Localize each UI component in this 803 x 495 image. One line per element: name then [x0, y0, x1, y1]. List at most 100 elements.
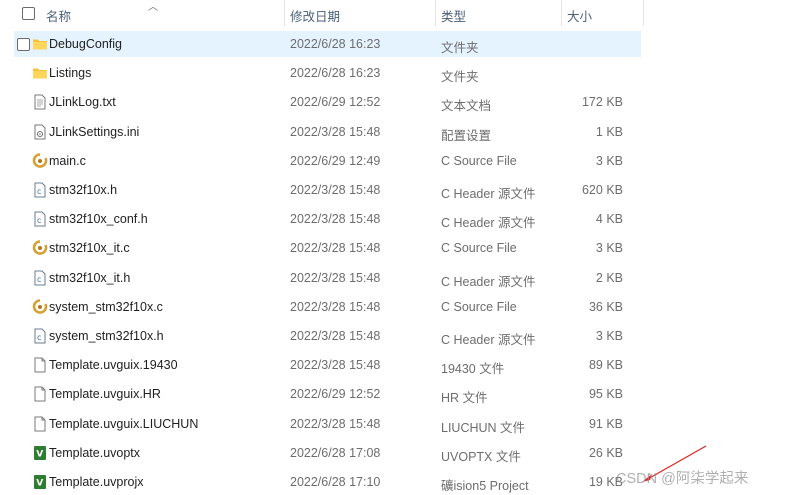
file-row[interactable]: Template.uvguix.19430 2022/3/28 15:48 1943…	[14, 352, 641, 378]
file-modified: 2022/3/28 15:48	[290, 299, 381, 314]
c-header-icon: c	[32, 211, 48, 227]
file-size: 4 KB	[595, 212, 623, 227]
file-modified: 2022/3/28 15:48	[290, 270, 381, 285]
file-size: 91 KB	[588, 416, 623, 431]
svg-text:c: c	[37, 333, 41, 342]
file-modified: 2022/3/28 15:48	[290, 358, 381, 373]
file-name: main.c	[49, 153, 86, 168]
file-type: C Header 源文件	[441, 216, 536, 231]
file-name: Template.uvguix.19430	[49, 358, 178, 373]
file-row[interactable]: V Template.uvprojx 2022/6/28 17:10 礦ision5 …	[14, 469, 641, 495]
file-row[interactable]: JLinkSettings.ini 2022/3/28 15:48 配置设置 1 KB	[14, 119, 641, 145]
column-size[interactable]: 大小	[567, 6, 592, 25]
file-name: system_stm32f10x.c	[49, 299, 163, 314]
file-modified: 2022/6/29 12:52	[290, 387, 381, 402]
file-type: UVOPTX 文件	[441, 449, 521, 464]
file-type: 文件夹	[441, 70, 479, 85]
column-type[interactable]: 类型	[441, 6, 466, 25]
file-modified: 2022/6/28 16:23	[290, 37, 381, 51]
column-header: 名称 ︿ 修改日期 类型 大小	[0, 0, 803, 26]
file-modified: 2022/6/28 17:10	[290, 475, 381, 489]
folder-icon	[32, 65, 48, 81]
file-type: C Source File	[441, 241, 517, 256]
file-modified: 2022/3/28 15:48	[290, 212, 381, 227]
file-row[interactable]: V Template.uvoptx 2022/6/28 17:08 UVOPTX 文件…	[14, 440, 641, 466]
column-divider[interactable]	[284, 0, 285, 26]
c-source-icon	[32, 240, 48, 256]
file-row[interactable]: Template.uvguix.LIUCHUN 2022/3/28 15:48 LI…	[14, 411, 641, 437]
file-size: 3 KB	[595, 241, 623, 256]
file-row[interactable]: JLinkLog.txt 2022/6/29 12:52 文本文档 172 KB	[14, 89, 641, 115]
file-name: system_stm32f10x.h	[49, 329, 164, 343]
generic-file-icon	[32, 416, 48, 432]
svg-text:V: V	[36, 479, 43, 489]
c-source-icon	[32, 152, 48, 169]
file-row[interactable]: c stm32f10x.h 2022/3/28 15:48 C Header 源文件 6…	[14, 177, 641, 203]
file-size: 1 KB	[595, 124, 623, 139]
c-header-icon: c	[32, 328, 48, 344]
file-name: stm32f10x_it.h	[49, 270, 131, 285]
file-name: Listings	[49, 66, 92, 81]
file-size: 172 KB	[581, 95, 623, 110]
column-divider[interactable]	[561, 0, 562, 26]
file-modified: 2022/3/28 15:48	[290, 183, 381, 197]
file-size: 620 KB	[581, 183, 623, 197]
file-row[interactable]: c stm32f10x_it.h 2022/3/28 15:48 C Header 源…	[14, 265, 641, 291]
file-row[interactable]: system_stm32f10x.c 2022/3/28 15:48 C Sourc…	[14, 294, 641, 320]
file-type: 文本文档	[441, 99, 492, 114]
file-name: Template.uvguix.LIUCHUN	[49, 416, 199, 431]
file-type: HR 文件	[441, 391, 488, 406]
c-source-icon	[32, 298, 48, 315]
svg-text:c: c	[37, 275, 41, 284]
file-row[interactable]: Template.uvguix.HR 2022/6/29 12:52 HR 文件 95…	[14, 381, 641, 407]
text-file-icon	[32, 94, 48, 110]
file-row[interactable]: c stm32f10x_conf.h 2022/3/28 15:48 C Header…	[14, 206, 641, 232]
file-modified: 2022/6/28 17:08	[290, 445, 381, 460]
file-modified: 2022/3/28 15:48	[290, 416, 381, 431]
file-name: stm32f10x.h	[49, 183, 118, 197]
file-modified: 2022/6/29 12:49	[290, 153, 381, 168]
file-name: Template.uvprojx	[49, 475, 144, 489]
file-modified: 2022/3/28 15:48	[290, 124, 381, 139]
file-size: 2 KB	[595, 270, 623, 285]
generic-file-icon	[32, 357, 48, 373]
file-row[interactable]: stm32f10x_it.c 2022/3/28 15:48 C Source Fi…	[14, 235, 641, 261]
select-all-checkbox[interactable]	[22, 7, 35, 20]
file-size: 89 KB	[588, 358, 623, 373]
row-checkbox[interactable]	[17, 38, 30, 51]
settings-file-icon	[32, 124, 48, 140]
file-type: 19430 文件	[441, 362, 505, 377]
file-type: 礦ision5 Project	[441, 479, 529, 493]
folder-icon	[32, 36, 48, 52]
file-type: C Header 源文件	[441, 333, 536, 347]
file-modified: 2022/3/28 15:48	[290, 329, 381, 343]
file-row[interactable]: DebugConfig 2022/6/28 16:23 文件夹	[14, 31, 641, 57]
c-header-icon: c	[32, 182, 48, 198]
uvision-file-icon: V	[32, 445, 48, 461]
csdn-watermark: CSDN @阿柒学起来	[616, 471, 749, 487]
column-divider[interactable]	[435, 0, 436, 26]
column-divider[interactable]	[643, 0, 644, 26]
c-header-icon: c	[32, 270, 48, 286]
file-name: Template.uvoptx	[49, 445, 141, 460]
file-row[interactable]: Listings 2022/6/28 16:23 文件夹	[14, 60, 641, 86]
column-modified[interactable]: 修改日期	[290, 6, 340, 25]
file-type: 配置设置	[441, 128, 492, 143]
file-type: C Source File	[441, 299, 517, 314]
svg-text:c: c	[37, 187, 41, 196]
file-type: C Header 源文件	[441, 187, 536, 201]
column-name[interactable]: 名称	[46, 6, 71, 25]
file-modified: 2022/6/28 16:23	[290, 66, 381, 81]
file-row[interactable]: main.c 2022/6/29 12:49 C Source File 3 KB	[14, 148, 641, 174]
file-size: 36 KB	[588, 299, 623, 314]
file-type: LIUCHUN 文件	[441, 420, 526, 435]
file-size: 95 KB	[588, 387, 623, 402]
file-row[interactable]: c system_stm32f10x.h 2022/3/28 15:48 C Head…	[14, 323, 641, 349]
file-type: 文件夹	[441, 41, 479, 55]
uvision-file-icon: V	[32, 474, 48, 490]
file-name: JLinkSettings.ini	[49, 124, 140, 139]
file-name: DebugConfig	[49, 37, 122, 51]
file-type: C Source File	[441, 153, 517, 168]
file-name: stm32f10x_it.c	[49, 241, 130, 256]
file-name: JLinkLog.txt	[49, 95, 116, 110]
